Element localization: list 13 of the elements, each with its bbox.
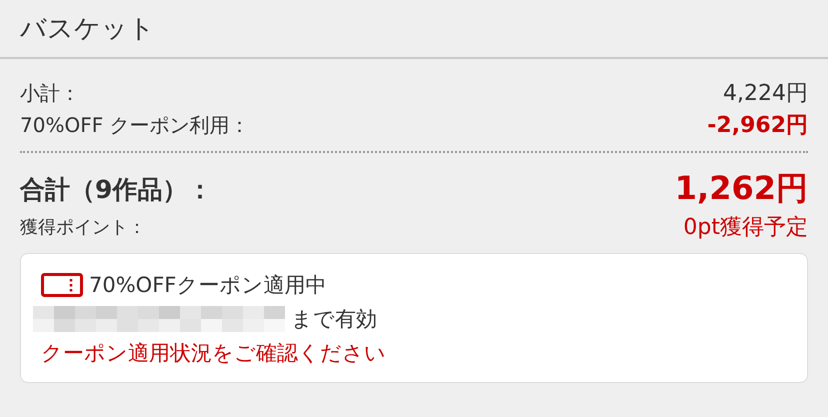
total-label: 合計（9作品）：	[20, 174, 212, 206]
discount-value: -2,962円	[707, 112, 808, 140]
points-value: 0pt獲得予定	[683, 214, 808, 242]
points-label: 獲得ポイント：	[20, 216, 146, 239]
discount-label: 70%OFF クーポン利用：	[20, 112, 250, 138]
subtotal-value: 4,224円	[723, 80, 808, 108]
coupon-notice: クーポン適用状況をご確認ください	[41, 340, 386, 367]
coupon-title: 70%OFFクーポン適用中	[89, 272, 326, 299]
validity-text: まで有効	[291, 306, 377, 333]
page-title: バスケット	[20, 13, 155, 46]
ticket-icon	[41, 273, 83, 297]
total-value: 1,262円	[674, 168, 808, 209]
subtotal-label: 小計：	[20, 80, 80, 106]
